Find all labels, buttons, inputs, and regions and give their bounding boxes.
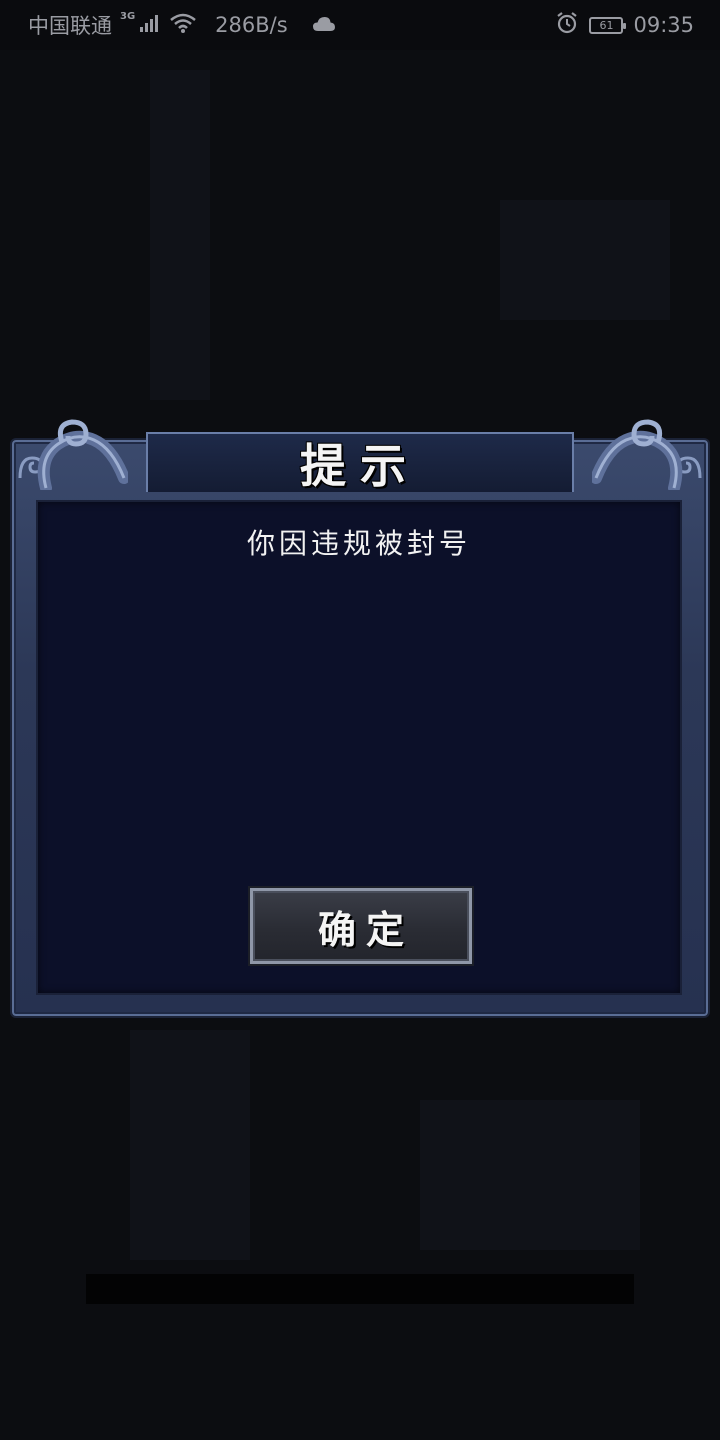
battery-level: 61 xyxy=(599,18,614,32)
network-speed: 286B/s xyxy=(215,13,288,37)
confirm-button[interactable]: 确定 xyxy=(250,888,472,964)
background-shape xyxy=(150,70,210,400)
wifi-icon xyxy=(169,12,197,39)
network-type: 3G xyxy=(120,10,136,22)
dialog-message: 你因违规被封号 xyxy=(246,527,471,560)
background-shape xyxy=(130,1030,250,1260)
alarm-icon xyxy=(555,11,579,40)
dialog-title-plate: 提示 xyxy=(146,432,574,493)
status-left: 中国联通 3G 286B/s xyxy=(28,10,336,40)
cloud-icon xyxy=(312,13,336,37)
confirm-button-label: 确定 xyxy=(317,906,414,952)
status-bar: 中国联通 3G 286B/s 61 09:35 xyxy=(0,0,720,50)
bottom-bar xyxy=(86,1274,634,1304)
dialog-title: 提示 xyxy=(300,439,420,493)
status-right: 61 09:35 xyxy=(555,10,694,40)
dialog-body: 你因违规被封号 确定 xyxy=(36,500,682,995)
clock: 09:35 xyxy=(633,13,694,37)
battery-icon: 61 xyxy=(589,16,627,34)
background-shape xyxy=(420,1100,640,1250)
notice-dialog: 提示 你因违规被封号 确定 xyxy=(12,419,708,1018)
signal-icon xyxy=(139,13,161,38)
screen: 中国联通 3G 286B/s 61 09:35 提示 你因违规被封号 确定 xyxy=(0,0,720,1440)
scroll-ornament-icon xyxy=(37,419,128,490)
background-shape xyxy=(500,200,670,320)
scroll-ornament-icon xyxy=(592,419,683,490)
carrier-name: 中国联通 xyxy=(28,14,112,38)
